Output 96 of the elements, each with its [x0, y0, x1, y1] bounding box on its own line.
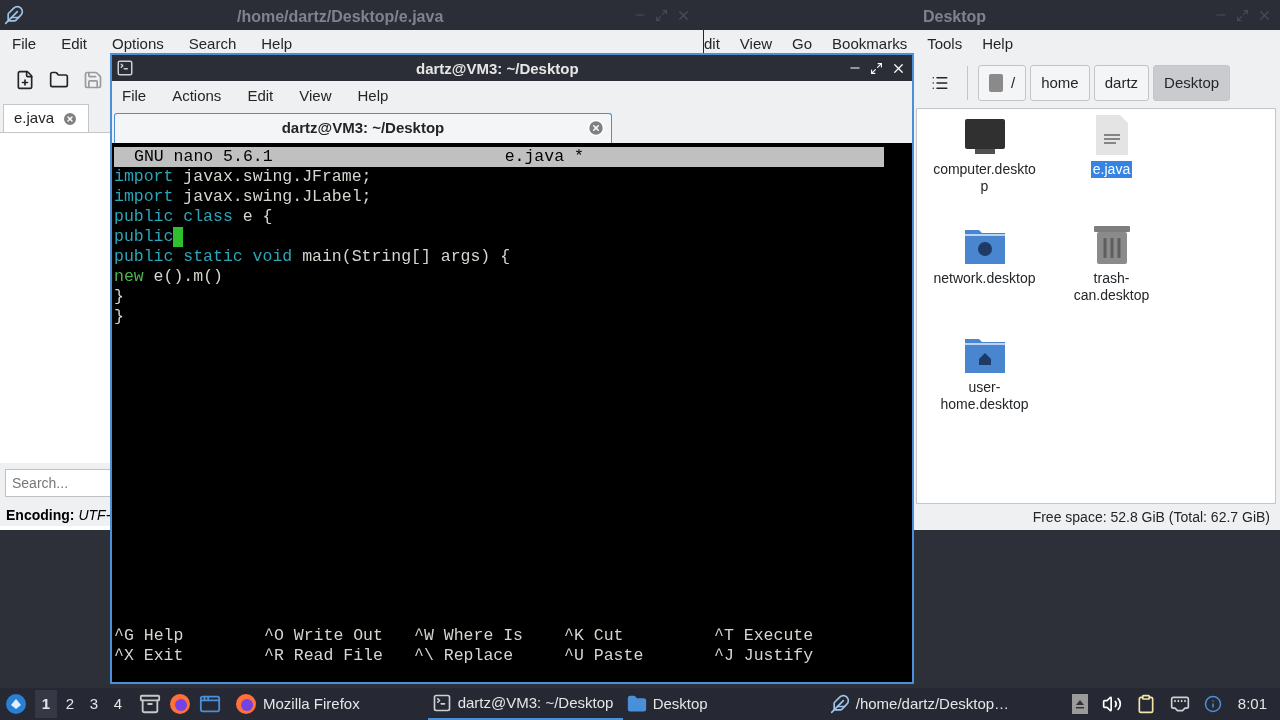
- shortcut-key: ^G: [114, 626, 134, 646]
- shortcut-label: Paste: [593, 646, 644, 666]
- text-file-icon: [1095, 115, 1128, 155]
- shortcut-key: ^O: [264, 626, 284, 646]
- menu-item[interactable]: Help: [357, 84, 389, 108]
- trash-icon: [1093, 224, 1130, 264]
- menu-item[interactable]: Bookmarks: [832, 32, 908, 56]
- workspace-button[interactable]: 3: [83, 690, 105, 718]
- menu-item[interactable]: File: [122, 84, 147, 108]
- code-line: }: [114, 287, 124, 307]
- shortcut-key: ^U: [564, 646, 584, 666]
- path-button[interactable]: dartz: [1093, 65, 1150, 101]
- window-title: dartz@VM3: ~/Desktop: [416, 59, 579, 79]
- menu-item[interactable]: Actions: [172, 84, 222, 108]
- window-title: Desktop: [923, 7, 987, 27]
- shortcut-key: ^W: [414, 626, 434, 646]
- maximize-icon[interactable]: [870, 61, 883, 75]
- workspace-button[interactable]: 2: [59, 690, 81, 718]
- list-view-icon[interactable]: [931, 74, 949, 92]
- feather-icon: [829, 694, 850, 714]
- task-button[interactable]: /home/dartz/Desktop…: [825, 688, 1014, 720]
- file-name: e.java *: [504, 147, 584, 167]
- path-button[interactable]: Desktop: [1153, 65, 1231, 101]
- notification-icon[interactable]: [1203, 695, 1222, 713]
- menu-item[interactable]: Go: [792, 32, 813, 56]
- window-title: /home/dartz/Desktop/e.java: [237, 7, 444, 27]
- shortcut-label: Read File: [293, 646, 383, 666]
- file-label[interactable]: computer.desktop: [931, 161, 1038, 195]
- code-line: public class e {: [114, 207, 273, 227]
- workspace-button[interactable]: 4: [107, 690, 129, 718]
- shortcut-key: ^X: [114, 646, 134, 666]
- monitor-icon: [964, 119, 1005, 155]
- shortcut-label: Justify: [743, 646, 814, 666]
- menu-item[interactable]: Help: [982, 32, 1014, 56]
- path-button[interactable]: /: [978, 65, 1027, 101]
- task-button[interactable]: Desktop: [622, 688, 712, 720]
- menu-item[interactable]: File: [12, 32, 37, 56]
- code-line: import javax.swing.JFrame;: [114, 167, 372, 187]
- eject-icon[interactable]: [1071, 694, 1088, 714]
- file-label[interactable]: e.java: [1090, 161, 1133, 178]
- code-line: public static void main(String[] args) {: [114, 247, 511, 267]
- task-button[interactable]: Mozilla Firefox: [231, 688, 364, 720]
- terminal-screen[interactable]: [112, 143, 912, 682]
- menu-item[interactable]: Tools: [927, 32, 963, 56]
- menu-item[interactable]: View: [299, 84, 332, 108]
- terminal-icon: [431, 693, 452, 713]
- file-cabinet-icon[interactable]: [139, 693, 161, 715]
- menu-item[interactable]: Help: [261, 32, 293, 56]
- file-label[interactable]: user-home.desktop: [931, 379, 1038, 413]
- start-menu-icon[interactable]: [5, 693, 27, 715]
- menu-item[interactable]: Edit: [61, 32, 88, 56]
- browser-icon[interactable]: [169, 693, 191, 715]
- workspace-button[interactable]: 1: [35, 690, 57, 718]
- menu-item[interactable]: Edit: [247, 84, 274, 108]
- shortcut-key: ^T: [714, 626, 734, 646]
- encoding-value: UTF-: [78, 506, 111, 525]
- nano-version: GNU nano 5.6.1: [133, 147, 273, 167]
- editor-tab[interactable]: e.java: [3, 104, 90, 132]
- window-icon[interactable]: [199, 693, 221, 715]
- new-file-icon[interactable]: [15, 70, 35, 90]
- terminal-tab[interactable]: dartz@VM3: ~/Desktop: [114, 113, 612, 143]
- shortcut-label: Write Out: [293, 626, 383, 646]
- folder-icon: [626, 694, 647, 714]
- menu-item[interactable]: Search: [188, 32, 237, 56]
- shortcut-label: Execute: [743, 626, 814, 646]
- feather-icon: [4, 5, 24, 25]
- terminal-icon: [116, 59, 134, 77]
- clock[interactable]: 8:01: [1237, 692, 1267, 716]
- shortcut-label: Replace: [443, 646, 514, 666]
- shortcut-key: ^\: [414, 646, 434, 666]
- task-button[interactable]: dartz@VM3: ~/Desktop: [427, 688, 623, 720]
- drive-icon: [989, 74, 1003, 92]
- folder-icon[interactable]: [49, 70, 69, 90]
- network-icon[interactable]: [1169, 694, 1190, 714]
- code-line: new e().m(): [114, 267, 223, 287]
- shortcut-label: Cut: [593, 626, 624, 646]
- shortcut-key: ^J: [714, 646, 734, 666]
- shortcut-key: ^R: [264, 646, 284, 666]
- menu-item[interactable]: dit: [704, 32, 720, 56]
- shortcut-key: ^K: [564, 626, 584, 646]
- volume-icon[interactable]: [1101, 694, 1122, 714]
- code-line: }: [114, 307, 124, 327]
- search-field[interactable]: Search...: [5, 469, 111, 497]
- encoding-label: Encoding:: [6, 506, 75, 525]
- code-line: import javax.swing.JLabel;: [114, 187, 372, 207]
- code-line: public: [114, 227, 174, 247]
- shortcut-label: Help: [143, 626, 184, 646]
- shortcut-label: Exit: [143, 646, 184, 666]
- menu-item[interactable]: View: [739, 32, 773, 56]
- shortcut-label: Where Is: [443, 626, 524, 646]
- path-button[interactable]: home: [1030, 65, 1090, 101]
- menu-item[interactable]: Options: [112, 32, 164, 56]
- browser-icon[interactable]: [235, 693, 257, 715]
- file-label[interactable]: network.desktop: [931, 270, 1038, 287]
- file-label[interactable]: trash-can.desktop: [1058, 270, 1165, 304]
- status-text: Free space: 52.8 GiB (Total: 62.7 GiB): [1032, 507, 1270, 527]
